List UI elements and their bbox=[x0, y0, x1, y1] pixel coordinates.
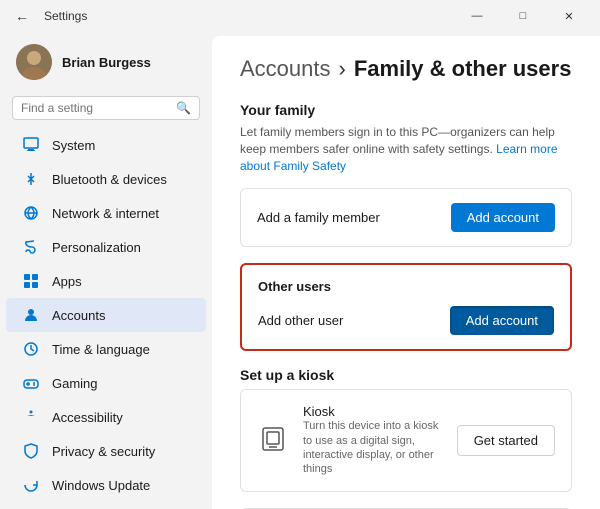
sidebar-item-gaming-label: Gaming bbox=[52, 376, 98, 391]
person-icon bbox=[22, 306, 40, 324]
add-other-user-button[interactable]: Add account bbox=[450, 306, 554, 335]
gamepad-icon bbox=[22, 374, 40, 392]
monitor-icon bbox=[22, 136, 40, 154]
add-family-button[interactable]: Add account bbox=[451, 203, 555, 232]
title-bar-title: Settings bbox=[44, 9, 87, 23]
kiosk-desc: Turn this device into a kiosk to use as … bbox=[303, 419, 443, 476]
back-button[interactable]: ← bbox=[8, 2, 36, 30]
sidebar-item-apps[interactable]: Apps bbox=[6, 264, 206, 298]
sidebar-item-accounts[interactable]: Accounts bbox=[6, 298, 206, 332]
sidebar-item-accessibility[interactable]: Accessibility bbox=[6, 400, 206, 434]
sidebar-item-time[interactable]: Time & language bbox=[6, 332, 206, 366]
sidebar-item-personalization[interactable]: Personalization bbox=[6, 230, 206, 264]
kiosk-icon bbox=[257, 424, 289, 456]
sidebar-item-accounts-label: Accounts bbox=[52, 308, 105, 323]
kiosk-info: Kiosk Turn this device into a kiosk to u… bbox=[303, 404, 443, 476]
sidebar-item-network-label: Network & internet bbox=[52, 206, 159, 221]
globe-icon bbox=[22, 204, 40, 222]
kiosk-card: Kiosk Turn this device into a kiosk to u… bbox=[240, 389, 572, 491]
your-family-title: Your family bbox=[240, 102, 572, 118]
sidebar-item-system[interactable]: System bbox=[6, 128, 206, 162]
brush-icon bbox=[22, 238, 40, 256]
sidebar-item-update-label: Windows Update bbox=[52, 478, 150, 493]
sidebar-item-time-label: Time & language bbox=[52, 342, 150, 357]
add-other-user-label: Add other user bbox=[258, 313, 343, 328]
user-name: Brian Burgess bbox=[62, 55, 151, 70]
sidebar-item-accessibility-label: Accessibility bbox=[52, 410, 123, 425]
user-profile: Brian Burgess bbox=[0, 32, 212, 92]
accessibility-icon bbox=[22, 408, 40, 426]
search-input[interactable] bbox=[21, 101, 176, 115]
bluetooth-icon bbox=[22, 170, 40, 188]
maximize-button[interactable]: □ bbox=[500, 0, 546, 32]
sidebar-item-bluetooth-label: Bluetooth & devices bbox=[52, 172, 167, 187]
minimize-button[interactable]: — bbox=[454, 0, 500, 32]
sidebar-item-bluetooth[interactable]: Bluetooth & devices bbox=[6, 162, 206, 196]
title-bar: ← Settings — □ ✕ bbox=[0, 0, 600, 32]
your-family-desc: Let family members sign in to this PC—or… bbox=[240, 124, 572, 174]
other-users-card: Other users Add other user Add account bbox=[240, 263, 572, 351]
sidebar-item-update[interactable]: Windows Update bbox=[6, 468, 206, 502]
search-box[interactable]: 🔍 bbox=[12, 96, 200, 120]
sidebar: Brian Burgess 🔍 System Bluetooth & devic… bbox=[0, 32, 212, 509]
breadcrumb: Accounts › Family & other users bbox=[240, 56, 572, 82]
other-users-title: Other users bbox=[258, 279, 554, 294]
breadcrumb-separator: › bbox=[339, 56, 346, 82]
kiosk-get-started-button[interactable]: Get started bbox=[457, 425, 555, 456]
shield-icon bbox=[22, 442, 40, 460]
sidebar-item-privacy-label: Privacy & security bbox=[52, 444, 155, 459]
kiosk-title: Kiosk bbox=[303, 404, 443, 419]
window-controls: — □ ✕ bbox=[454, 0, 592, 32]
sidebar-item-privacy[interactable]: Privacy & security bbox=[6, 434, 206, 468]
sidebar-item-system-label: System bbox=[52, 138, 95, 153]
content-area: Accounts › Family & other users Your fam… bbox=[212, 36, 600, 509]
avatar bbox=[16, 44, 52, 80]
kiosk-section-title: Set up a kiosk bbox=[240, 367, 572, 383]
breadcrumb-parent: Accounts bbox=[240, 56, 331, 82]
sidebar-item-network[interactable]: Network & internet bbox=[6, 196, 206, 230]
search-icon: 🔍 bbox=[176, 101, 191, 115]
sidebar-nav: System Bluetooth & devices Network & int… bbox=[0, 128, 212, 502]
apps-icon bbox=[22, 272, 40, 290]
sidebar-item-gaming[interactable]: Gaming bbox=[6, 366, 206, 400]
family-card: Add a family member Add account bbox=[240, 188, 572, 247]
clock-icon bbox=[22, 340, 40, 358]
sidebar-item-apps-label: Apps bbox=[52, 274, 82, 289]
close-button[interactable]: ✕ bbox=[546, 0, 592, 32]
breadcrumb-current: Family & other users bbox=[354, 56, 572, 82]
update-icon bbox=[22, 476, 40, 494]
sidebar-item-personalization-label: Personalization bbox=[52, 240, 141, 255]
add-family-label: Add a family member bbox=[257, 210, 380, 225]
